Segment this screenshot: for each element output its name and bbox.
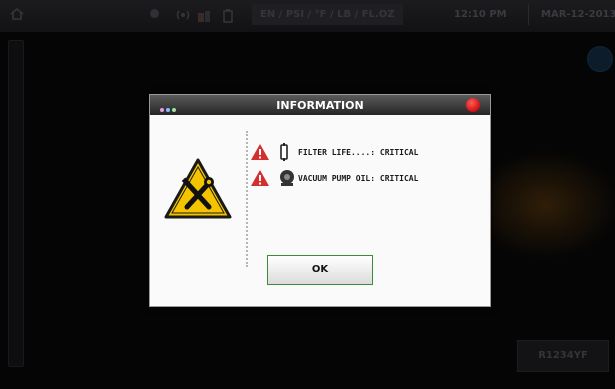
dialog-title: INFORMATION bbox=[276, 99, 364, 112]
close-icon[interactable] bbox=[466, 98, 480, 112]
warning-icon bbox=[250, 169, 270, 191]
side-panel bbox=[8, 40, 24, 367]
content-divider bbox=[246, 131, 248, 267]
home-icon[interactable] bbox=[10, 7, 24, 23]
info-button[interactable] bbox=[587, 46, 613, 72]
refrigerant-badge[interactable]: R1234YF bbox=[517, 340, 609, 372]
dialog-content: FILTER LIFE....: CRITICAL VACUUM PUMP OI… bbox=[150, 115, 490, 306]
information-dialog: INFORMATION FILTER LIFE....: CRITICAL VA… bbox=[149, 94, 491, 307]
units-indicator[interactable]: EN / PSI / °F / LB / FL.OZ bbox=[252, 4, 403, 25]
status-bar: EN / PSI / °F / LB / FL.OZ 12:10 PM MAR-… bbox=[0, 0, 615, 32]
ok-button[interactable]: OK bbox=[267, 255, 373, 285]
battery-icon bbox=[222, 9, 234, 26]
clock-date: MAR-12-2013 bbox=[528, 4, 615, 25]
message-text: VACUUM PUMP OIL: CRITICAL bbox=[298, 174, 419, 183]
wireless-icon bbox=[176, 9, 190, 24]
message-text: FILTER LIFE....: CRITICAL bbox=[298, 148, 419, 157]
vacuum-pump-icon bbox=[278, 169, 296, 191]
warning-icon bbox=[250, 143, 270, 165]
background-glow bbox=[470, 150, 615, 260]
filter-icon bbox=[278, 143, 290, 165]
tools-warning-icon bbox=[163, 157, 233, 221]
dialog-titlebar: INFORMATION bbox=[150, 95, 490, 115]
device-screen: EN / PSI / °F / LB / FL.OZ 12:10 PM MAR-… bbox=[0, 0, 615, 389]
power-icon bbox=[150, 9, 159, 18]
clock-time: 12:10 PM bbox=[454, 9, 507, 20]
tank-icon bbox=[196, 9, 212, 26]
